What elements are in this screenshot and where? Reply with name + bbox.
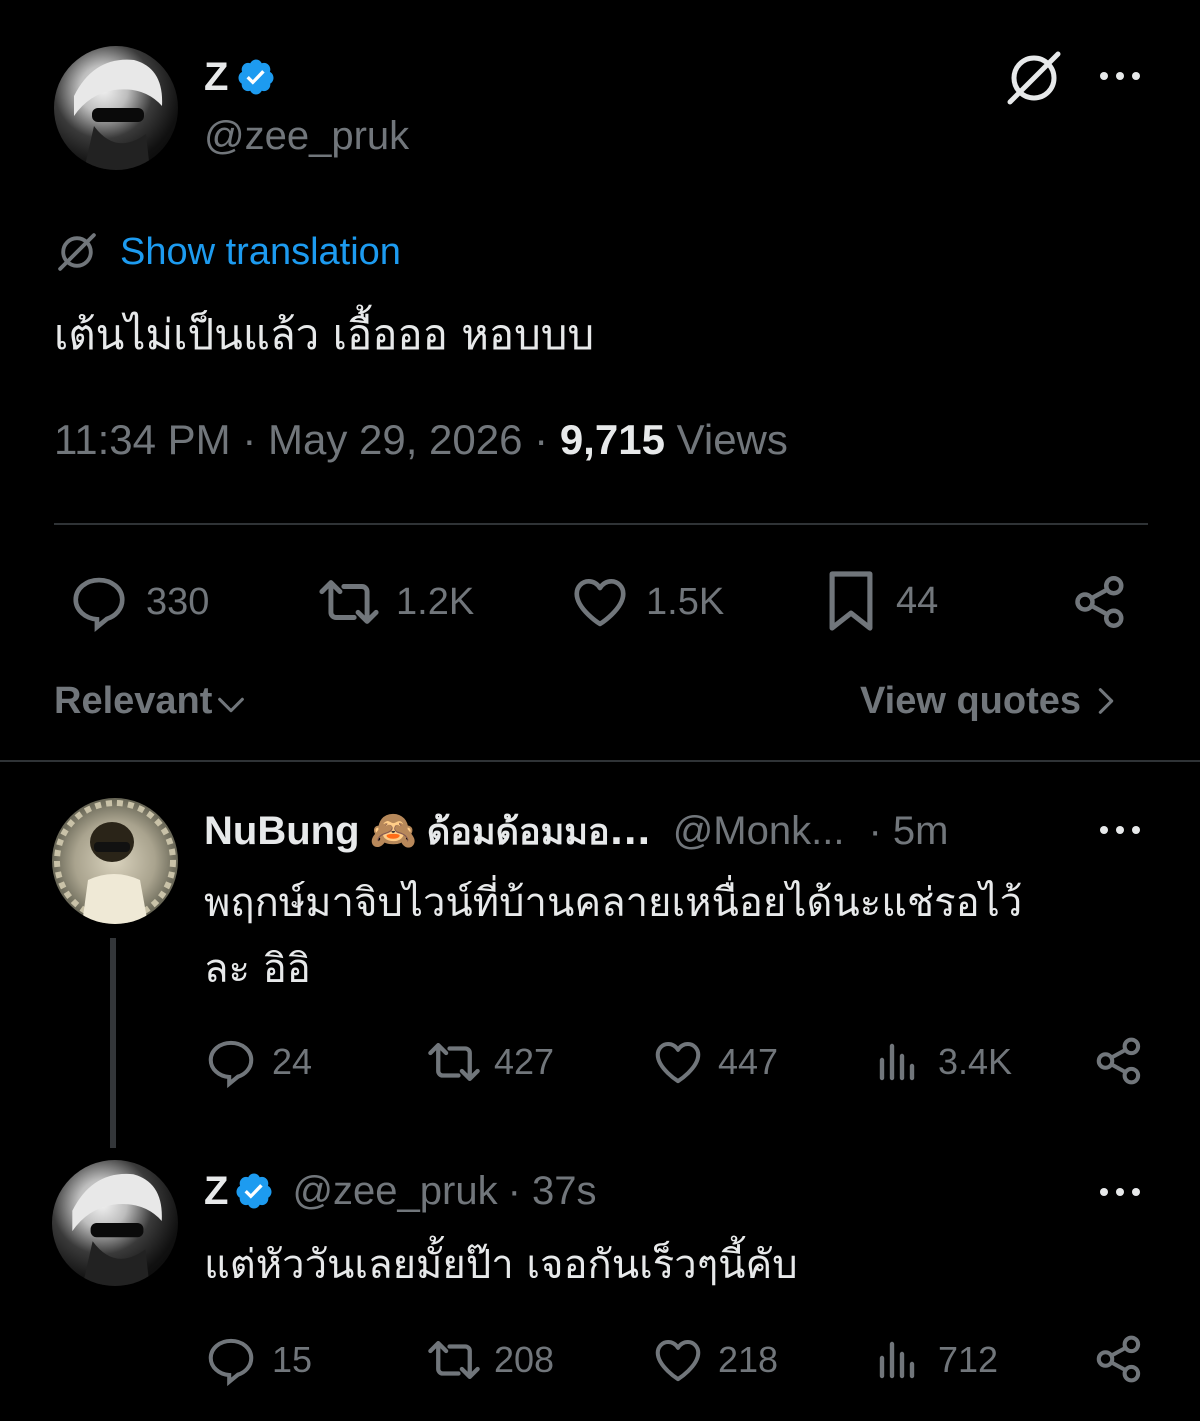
share-icon (1096, 1335, 1141, 1383)
heart-icon (574, 579, 626, 627)
reply-icon (208, 1338, 254, 1387)
reply-count: 330 (146, 580, 210, 623)
view-quotes-link[interactable]: View quotes (860, 676, 1121, 726)
see-no-evil-monkey-icon: 🙈 (369, 810, 417, 852)
reply2-view-count: 712 (938, 1339, 999, 1380)
verified-badge-icon (236, 1173, 272, 1209)
author-avatar[interactable] (54, 46, 178, 170)
reply1-header: NuBung 🙈 ด้อมด้อมมอ... @Monk... · 5m (204, 806, 948, 856)
meta-dot: · (242, 416, 268, 463)
verified-badge-icon (238, 59, 274, 95)
reply1-views-button[interactable]: 3.4K (874, 1034, 1012, 1090)
tweet-date[interactable]: May 29, 2026 (268, 416, 523, 463)
reply2-author-name[interactable]: Z (204, 1169, 228, 1214)
share-button[interactable] (1070, 572, 1130, 632)
chevron-right-icon (1098, 688, 1114, 714)
heart-icon (655, 1041, 701, 1084)
views-label: Views (676, 416, 788, 463)
grok-icon[interactable] (1004, 48, 1064, 108)
reply1-text-line1: พฤกษ์มาจิบไวน์ที่บ้านคลายเหนื่อยได้นะแช่… (204, 880, 1023, 926)
reply2-like-count: 218 (718, 1339, 779, 1380)
analytics-icon (879, 1341, 915, 1379)
translate-icon (58, 233, 96, 271)
reply1-reply-count: 24 (272, 1041, 313, 1082)
reply2-like-button[interactable]: 218 (650, 1332, 778, 1388)
reply1-retweet-button[interactable]: 427 (424, 1034, 554, 1090)
reply1-more-icon[interactable] (1096, 820, 1144, 840)
reply2-retweet-count: 208 (494, 1339, 555, 1380)
reply1-text-line2: ละ อิอิ (204, 946, 311, 992)
bookmark-button[interactable]: 44 (824, 568, 938, 634)
heart-icon (655, 1339, 701, 1382)
reply2-avatar[interactable] (52, 1160, 178, 1286)
reply1-author-name[interactable]: NuBung (204, 809, 360, 854)
reply1-reply-button[interactable]: 24 (204, 1034, 312, 1090)
tweet-meta-row: 11:34 PM · May 29, 2026 · 9,715 Views (54, 416, 788, 464)
reply2-age[interactable]: · 37s (508, 1169, 597, 1214)
reply2-handle[interactable]: @zee_pruk (292, 1169, 497, 1214)
reply-button[interactable]: 330 (68, 570, 209, 634)
reply2-views-button[interactable]: 712 (874, 1332, 998, 1388)
more-options-icon[interactable] (1096, 66, 1144, 86)
like-button[interactable]: 1.5K (568, 570, 724, 634)
author-name-row: Z (204, 54, 276, 100)
reply2-retweet-button[interactable]: 208 (424, 1332, 554, 1388)
reply2-more-icon[interactable] (1096, 1182, 1144, 1202)
meta-dot: · (534, 416, 560, 463)
reply1-retweet-count: 427 (494, 1041, 555, 1082)
reply-icon (208, 1040, 254, 1089)
retweet-icon (428, 1340, 480, 1380)
reply1-avatar[interactable] (52, 798, 178, 924)
reply1-thread-line (110, 938, 116, 1148)
reply1-like-button[interactable]: 447 (650, 1034, 778, 1090)
relevant-dropdown[interactable]: Relevant (54, 676, 248, 726)
retweet-icon (319, 580, 379, 624)
reply1-author-suffix[interactable]: ด้อมด้อมมอ... (427, 803, 651, 860)
reply1-share-button[interactable] (1092, 1034, 1146, 1088)
chevron-down-icon (218, 697, 245, 713)
reply1-view-count: 3.4K (938, 1041, 1013, 1082)
author-name[interactable]: Z (204, 55, 228, 100)
show-translation-row[interactable]: Show translation (54, 228, 401, 276)
reply2-reply-count: 15 (272, 1339, 313, 1380)
bookmark-icon (829, 571, 873, 631)
view-quotes-label: View quotes (860, 679, 1082, 722)
author-handle[interactable]: @zee_pruk (204, 114, 409, 159)
show-translation-link[interactable]: Show translation (120, 231, 401, 274)
retweet-count: 1.2K (396, 580, 475, 623)
reply-icon (73, 577, 125, 632)
share-icon (1075, 576, 1124, 628)
divider-top (54, 523, 1148, 525)
reply2-reply-button[interactable]: 15 (204, 1332, 312, 1388)
divider-replies (0, 760, 1200, 762)
reply2-header: Z @zee_pruk · 37s (204, 1166, 597, 1216)
tweet-time[interactable]: 11:34 PM (54, 416, 231, 463)
like-count: 1.5K (646, 580, 725, 623)
retweet-icon (428, 1042, 480, 1082)
analytics-icon (879, 1043, 915, 1081)
reply1-handle[interactable]: @Monk... (673, 809, 845, 854)
avatar-image (54, 800, 176, 924)
avatar-image (72, 1173, 162, 1286)
tweet-text: เต้นไม่เป็นแล้ว เอื้อออ หอบบบ (54, 310, 595, 359)
reply1-like-count: 447 (718, 1041, 779, 1082)
retweet-button[interactable]: 1.2K (314, 570, 474, 634)
reply2-share-button[interactable] (1092, 1332, 1146, 1386)
avatar-image (74, 59, 163, 170)
bookmark-count: 44 (896, 579, 939, 622)
views-count: 9,715 (559, 416, 665, 463)
reply1-age[interactable]: · 5m (868, 809, 948, 854)
share-icon (1096, 1037, 1141, 1085)
reply2-text: แต่หัววันเลยมั้ยป๊า เจอกันเร็วๆนี้คับ (204, 1242, 798, 1288)
relevant-label: Relevant (54, 679, 213, 722)
